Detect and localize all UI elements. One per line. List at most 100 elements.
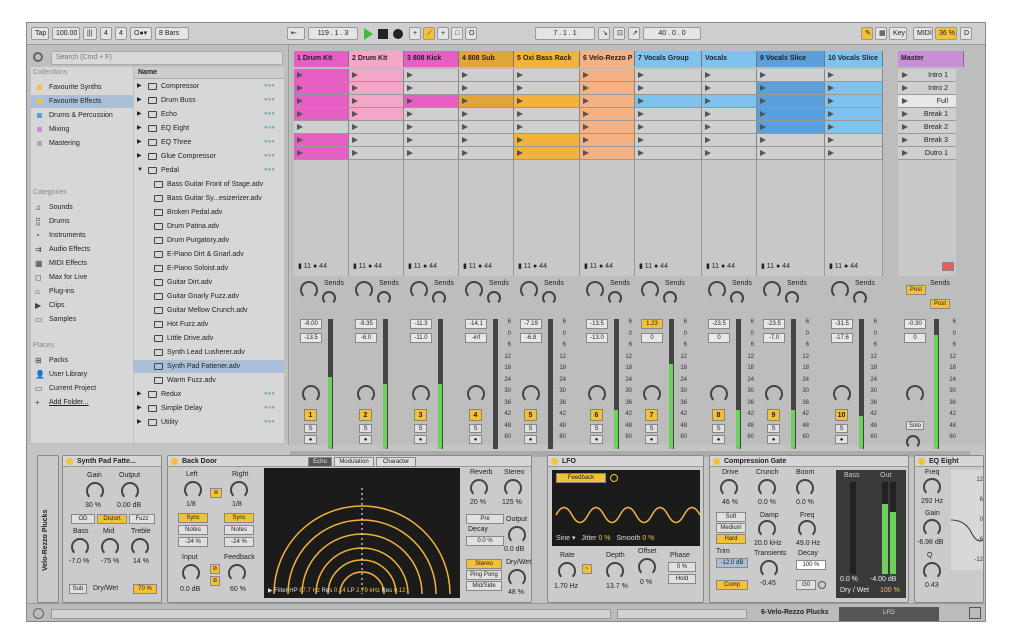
- empty-clip-area[interactable]: [757, 160, 825, 276]
- track-activator-button[interactable]: 4: [469, 409, 482, 421]
- clip-slot[interactable]: [404, 95, 459, 108]
- file-item[interactable]: Bass Guitar Sy...esizerizer.adv: [134, 192, 284, 205]
- clip-launch-icon[interactable]: [828, 124, 834, 130]
- clip-launch-icon[interactable]: [705, 98, 711, 104]
- empty-clip-area[interactable]: [514, 160, 580, 276]
- empty-slot[interactable]: [635, 82, 702, 95]
- expand-icon[interactable]: ▶: [137, 94, 142, 107]
- empty-slot[interactable]: [757, 134, 825, 147]
- track-io-indicator[interactable]: ▮ 11 ● 44: [408, 262, 437, 272]
- loop-start-field[interactable]: 7 . 1 . 1: [535, 27, 595, 40]
- file-item[interactable]: Synth Lead Lusherer.adv: [134, 346, 284, 359]
- info-toggle-icon[interactable]: [33, 608, 44, 619]
- clip-launch-icon[interactable]: [297, 72, 303, 78]
- automation-icon[interactable]: ⟋: [423, 27, 435, 40]
- clip-launch-icon[interactable]: [583, 111, 589, 117]
- power-icon[interactable]: [918, 458, 925, 465]
- empty-slot[interactable]: [514, 82, 580, 95]
- left-offset[interactable]: -24 %: [178, 537, 208, 547]
- clip-launch-icon[interactable]: [828, 98, 834, 104]
- clip-launch-icon[interactable]: [352, 111, 358, 117]
- clip-slot[interactable]: [580, 147, 635, 160]
- scene-launch-icon[interactable]: [902, 72, 908, 78]
- file-item[interactable]: Warm Fuzz.adv: [134, 374, 284, 387]
- clip-launch-icon[interactable]: [352, 124, 358, 130]
- empty-clip-area[interactable]: [825, 160, 883, 276]
- empty-slot[interactable]: [404, 82, 459, 95]
- clip-slot[interactable]: [514, 147, 580, 160]
- arm-icon[interactable]: ●: [524, 435, 537, 444]
- gain-knob[interactable]: [86, 482, 104, 500]
- category-item[interactable]: ♫ Sounds: [31, 201, 133, 214]
- send-b-knob[interactable]: [608, 291, 622, 305]
- detail-toggle-icon[interactable]: [969, 607, 981, 619]
- empty-slot[interactable]: [459, 82, 514, 95]
- sub-button[interactable]: Sub: [69, 584, 87, 594]
- g0-button[interactable]: G0: [796, 580, 816, 590]
- clip-slot[interactable]: [294, 95, 349, 108]
- decay-value[interactable]: 100 %: [796, 560, 826, 570]
- file-item[interactable]: E-Piano Dirt & Gnarl.adv: [134, 248, 284, 261]
- send-b-knob[interactable]: [853, 291, 867, 305]
- empty-clip-area[interactable]: [294, 160, 349, 276]
- clip-launch-icon[interactable]: [638, 85, 644, 91]
- power-icon[interactable]: [713, 458, 720, 465]
- empty-slot[interactable]: [825, 147, 883, 160]
- category-item[interactable]: ⣿ Drums: [31, 215, 133, 228]
- clip-launch-icon[interactable]: [583, 150, 589, 156]
- draw-mode-icon[interactable]: ✎: [861, 27, 873, 40]
- empty-slot[interactable]: [349, 134, 404, 147]
- send-a-knob[interactable]: [410, 281, 428, 299]
- pan-knob[interactable]: [710, 385, 728, 403]
- arm-icon[interactable]: ●: [304, 435, 317, 444]
- wave-select[interactable]: Sine: [556, 535, 570, 542]
- tempo-field[interactable]: 100.00: [52, 27, 80, 40]
- clip-slot[interactable]: [757, 95, 825, 108]
- send-b-knob[interactable]: [542, 291, 556, 305]
- send-a-knob[interactable]: [520, 281, 538, 299]
- clip-launch-icon[interactable]: [517, 124, 523, 130]
- clip-launch-icon[interactable]: [760, 111, 766, 117]
- place-item[interactable]: 👤 User Library: [31, 368, 133, 381]
- send-a-knob[interactable]: [355, 281, 373, 299]
- volume-value[interactable]: -8.00: [300, 319, 322, 329]
- clip-launch-icon[interactable]: [517, 150, 523, 156]
- empty-clip-area[interactable]: [580, 160, 635, 276]
- invert-icon[interactable]: ⊘: [210, 576, 220, 586]
- scene-slot[interactable]: Outro 1: [898, 147, 956, 160]
- scene-slot[interactable]: Break 3: [898, 134, 956, 147]
- clip-launch-icon[interactable]: [407, 98, 413, 104]
- volume-value[interactable]: -13.5: [586, 319, 608, 329]
- file-item[interactable]: ▶ EQ Eight ●●●: [134, 122, 284, 135]
- track-activator-button[interactable]: 7: [645, 409, 658, 421]
- empty-slot[interactable]: [514, 108, 580, 121]
- send-a-knob[interactable]: [300, 281, 318, 299]
- clip-launch-icon[interactable]: [462, 111, 468, 117]
- loop-length-field[interactable]: 40 . 0 . 0: [643, 27, 701, 40]
- empty-clip-area[interactable]: [349, 160, 404, 276]
- offset-knob[interactable]: [638, 558, 656, 576]
- file-item[interactable]: E-Piano Soloist.adv: [134, 262, 284, 275]
- punch-in-icon[interactable]: ↘: [598, 27, 610, 40]
- stereo-knob[interactable]: [504, 479, 522, 497]
- clip-slot[interactable]: [757, 121, 825, 134]
- clip-slot[interactable]: [294, 108, 349, 121]
- clip-slot[interactable]: [757, 82, 825, 95]
- empty-slot[interactable]: [702, 69, 757, 82]
- arm-icon[interactable]: ●: [414, 435, 427, 444]
- post-button-2[interactable]: Post: [930, 299, 950, 309]
- solo-button[interactable]: S: [359, 424, 372, 433]
- arm-icon[interactable]: ●: [359, 435, 372, 444]
- power-icon[interactable]: [551, 458, 558, 465]
- scene-slot[interactable]: Intro 1: [898, 69, 956, 82]
- empty-slot[interactable]: [635, 147, 702, 160]
- file-item[interactable]: Drum Purgatory.adv: [134, 234, 284, 247]
- clip-launch-icon[interactable]: [407, 124, 413, 130]
- clip-launch-icon[interactable]: [407, 72, 413, 78]
- reverb-position-select[interactable]: Pre: [466, 514, 504, 524]
- sig-numerator[interactable]: 4: [100, 27, 112, 40]
- master-pan-knob[interactable]: [906, 385, 924, 403]
- track-header[interactable]: 1 Drum Kit: [294, 51, 349, 67]
- od-button[interactable]: OD: [71, 514, 95, 524]
- clip-launch-icon[interactable]: [462, 150, 468, 156]
